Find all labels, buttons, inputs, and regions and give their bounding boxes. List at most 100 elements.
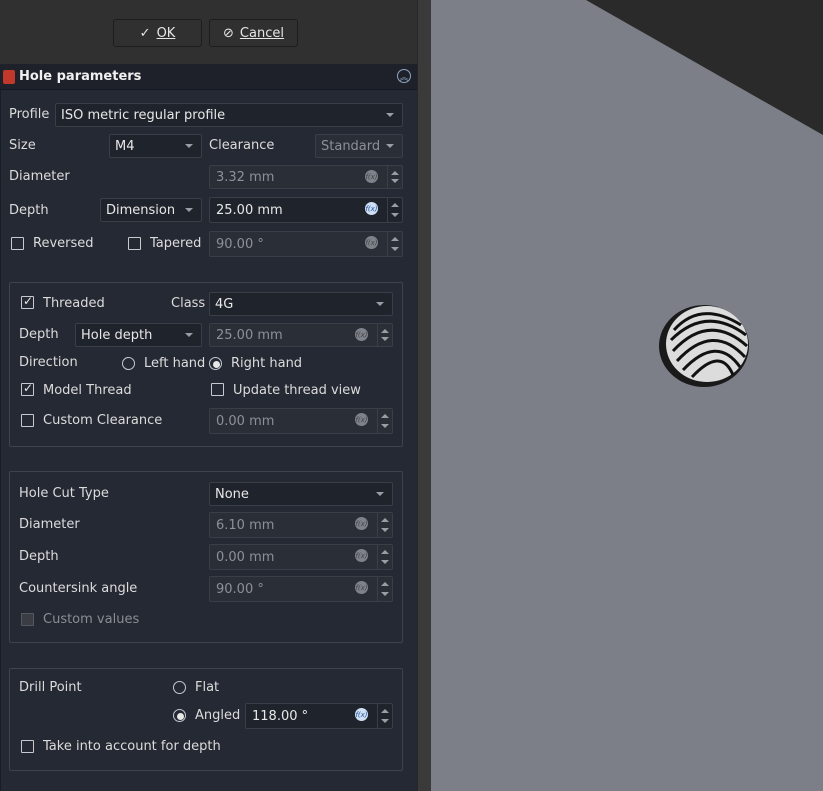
collapse-icon[interactable]: ︽ <box>397 69 411 83</box>
check-icon: ✓ <box>139 25 151 41</box>
threaded-checkbox[interactable] <box>21 294 34 309</box>
panel-scrollbar[interactable] <box>417 0 431 791</box>
thread-class-value: 4G <box>215 296 234 312</box>
model-thread-label: Model Thread <box>43 383 132 398</box>
spin-arrows[interactable] <box>377 409 392 433</box>
thread-depth-spinbox[interactable]: 25.00 mm f(x) <box>209 323 393 347</box>
thread-depth-label: Depth <box>19 327 59 342</box>
angled-radio[interactable] <box>173 709 186 722</box>
clearance-value: Standard <box>321 138 381 154</box>
take-depth-checkbox[interactable] <box>21 740 34 753</box>
fx-expression-icon[interactable]: f(x) <box>355 413 368 426</box>
reversed-checkbox[interactable] <box>11 237 24 250</box>
clearance-combo[interactable]: Standard <box>315 134 403 158</box>
chevron-down-icon <box>376 492 384 496</box>
fx-expression-icon[interactable]: f(x) <box>355 517 368 530</box>
profile-value: ISO metric regular profile <box>61 107 226 123</box>
depth-value: 25.00 mm <box>216 202 283 218</box>
drill-angle-value: 118.00 ° <box>252 708 309 724</box>
spin-arrows[interactable] <box>387 166 402 188</box>
custom-values-label: Custom values <box>43 612 140 627</box>
profile-combo[interactable]: ISO metric regular profile <box>55 103 403 127</box>
right-hand-radio[interactable] <box>209 357 222 370</box>
chevron-down-icon <box>386 113 394 117</box>
hole-cut-depth-value: 0.00 mm <box>216 549 275 565</box>
3d-viewport[interactable] <box>431 0 823 791</box>
fx-expression-icon[interactable]: f(x) <box>355 581 368 594</box>
left-hand-radio[interactable] <box>122 357 135 370</box>
fx-expression-icon[interactable]: f(x) <box>365 202 378 215</box>
hole-feature-icon <box>3 70 15 84</box>
size-combo[interactable]: M4 <box>109 134 202 158</box>
tapered-checkbox[interactable] <box>128 237 141 250</box>
take-depth-label: Take into account for depth <box>43 739 221 754</box>
hole-cut-type-value: None <box>215 486 249 502</box>
spin-arrows[interactable] <box>377 577 392 601</box>
custom-clearance-value: 0.00 mm <box>216 413 275 429</box>
direction-label: Direction <box>19 355 78 370</box>
custom-clearance-label: Custom Clearance <box>43 413 163 428</box>
profile-label: Profile <box>9 107 50 122</box>
model-thread-checkbox[interactable] <box>21 381 34 396</box>
clearance-label: Clearance <box>209 138 275 153</box>
right-hand-label: Right hand <box>231 356 303 371</box>
custom-values-checkbox[interactable] <box>21 613 34 626</box>
taper-angle-value: 90.00 ° <box>216 236 264 252</box>
reversed-label: Reversed <box>33 236 94 251</box>
thread-depth-mode-combo[interactable]: Hole depth <box>75 323 202 347</box>
dark-face-shape <box>586 0 823 135</box>
thread-class-combo[interactable]: 4G <box>209 292 393 316</box>
tapered-label: Tapered <box>150 236 202 251</box>
thread-depth-value: 25.00 mm <box>216 327 283 343</box>
threaded-label: Threaded <box>43 296 105 311</box>
drill-angle-spinbox[interactable]: 118.00 ° f(x) <box>245 703 393 729</box>
update-thread-view-checkbox[interactable] <box>211 383 224 396</box>
spin-arrows[interactable] <box>377 545 392 569</box>
cancel-icon: ⊘ <box>223 25 234 41</box>
custom-clearance-checkbox[interactable] <box>21 414 34 427</box>
panel-title: Hole parameters <box>19 69 142 84</box>
spin-arrows[interactable] <box>387 232 402 256</box>
depth-spinbox[interactable]: 25.00 mm f(x) <box>209 197 403 223</box>
viewport-scene <box>586 0 823 387</box>
depth-label: Depth <box>9 203 49 218</box>
custom-clearance-spinbox[interactable]: 0.00 mm f(x) <box>209 408 393 434</box>
taper-angle-spinbox[interactable]: 90.00 ° f(x) <box>209 231 403 257</box>
chevron-down-icon <box>185 333 193 337</box>
spin-arrows[interactable] <box>387 198 402 222</box>
update-thread-view-label: Update thread view <box>233 383 361 398</box>
hole-cut-diameter-spinbox[interactable]: 6.10 mm f(x) <box>209 512 393 538</box>
flat-radio[interactable] <box>173 681 186 694</box>
fx-expression-icon[interactable]: f(x) <box>365 236 378 249</box>
spin-arrows[interactable] <box>377 324 392 346</box>
depth-mode-value: Dimension <box>106 202 176 218</box>
cancel-button[interactable]: ⊘ Cancel <box>209 19 298 47</box>
hole-cut-diameter-value: 6.10 mm <box>216 517 275 533</box>
class-label: Class <box>171 296 206 311</box>
hole-cut-diameter-label: Diameter <box>19 517 80 532</box>
chevron-down-icon <box>185 144 193 148</box>
thread-hole-icon <box>659 305 749 387</box>
left-hand-label: Left hand <box>144 356 206 371</box>
diameter-value: 3.32 mm <box>216 169 275 185</box>
hole-cut-depth-spinbox[interactable]: 0.00 mm f(x) <box>209 544 393 570</box>
spin-arrows[interactable] <box>377 513 392 537</box>
countersink-angle-spinbox[interactable]: 90.00 ° f(x) <box>209 576 393 602</box>
hole-cut-type-combo[interactable]: None <box>209 482 393 506</box>
angled-label: Angled <box>195 708 241 723</box>
diameter-spinbox[interactable]: 3.32 mm f(x) <box>209 165 403 189</box>
chevron-down-icon <box>386 144 394 148</box>
hole-cut-type-label: Hole Cut Type <box>19 486 109 501</box>
chevron-down-icon <box>185 208 193 212</box>
spin-arrows[interactable] <box>377 704 392 728</box>
countersink-angle-label: Countersink angle <box>19 581 138 596</box>
drill-point-label: Drill Point <box>19 680 82 695</box>
depth-mode-combo[interactable]: Dimension <box>100 198 202 222</box>
diameter-label: Diameter <box>9 169 70 184</box>
fx-expression-icon[interactable]: f(x) <box>365 170 378 183</box>
size-value: M4 <box>115 138 135 154</box>
fx-expression-icon[interactable]: f(x) <box>355 708 368 721</box>
fx-expression-icon[interactable]: f(x) <box>355 549 368 562</box>
ok-button[interactable]: ✓ OK <box>113 19 202 47</box>
fx-expression-icon[interactable]: f(x) <box>355 328 368 341</box>
